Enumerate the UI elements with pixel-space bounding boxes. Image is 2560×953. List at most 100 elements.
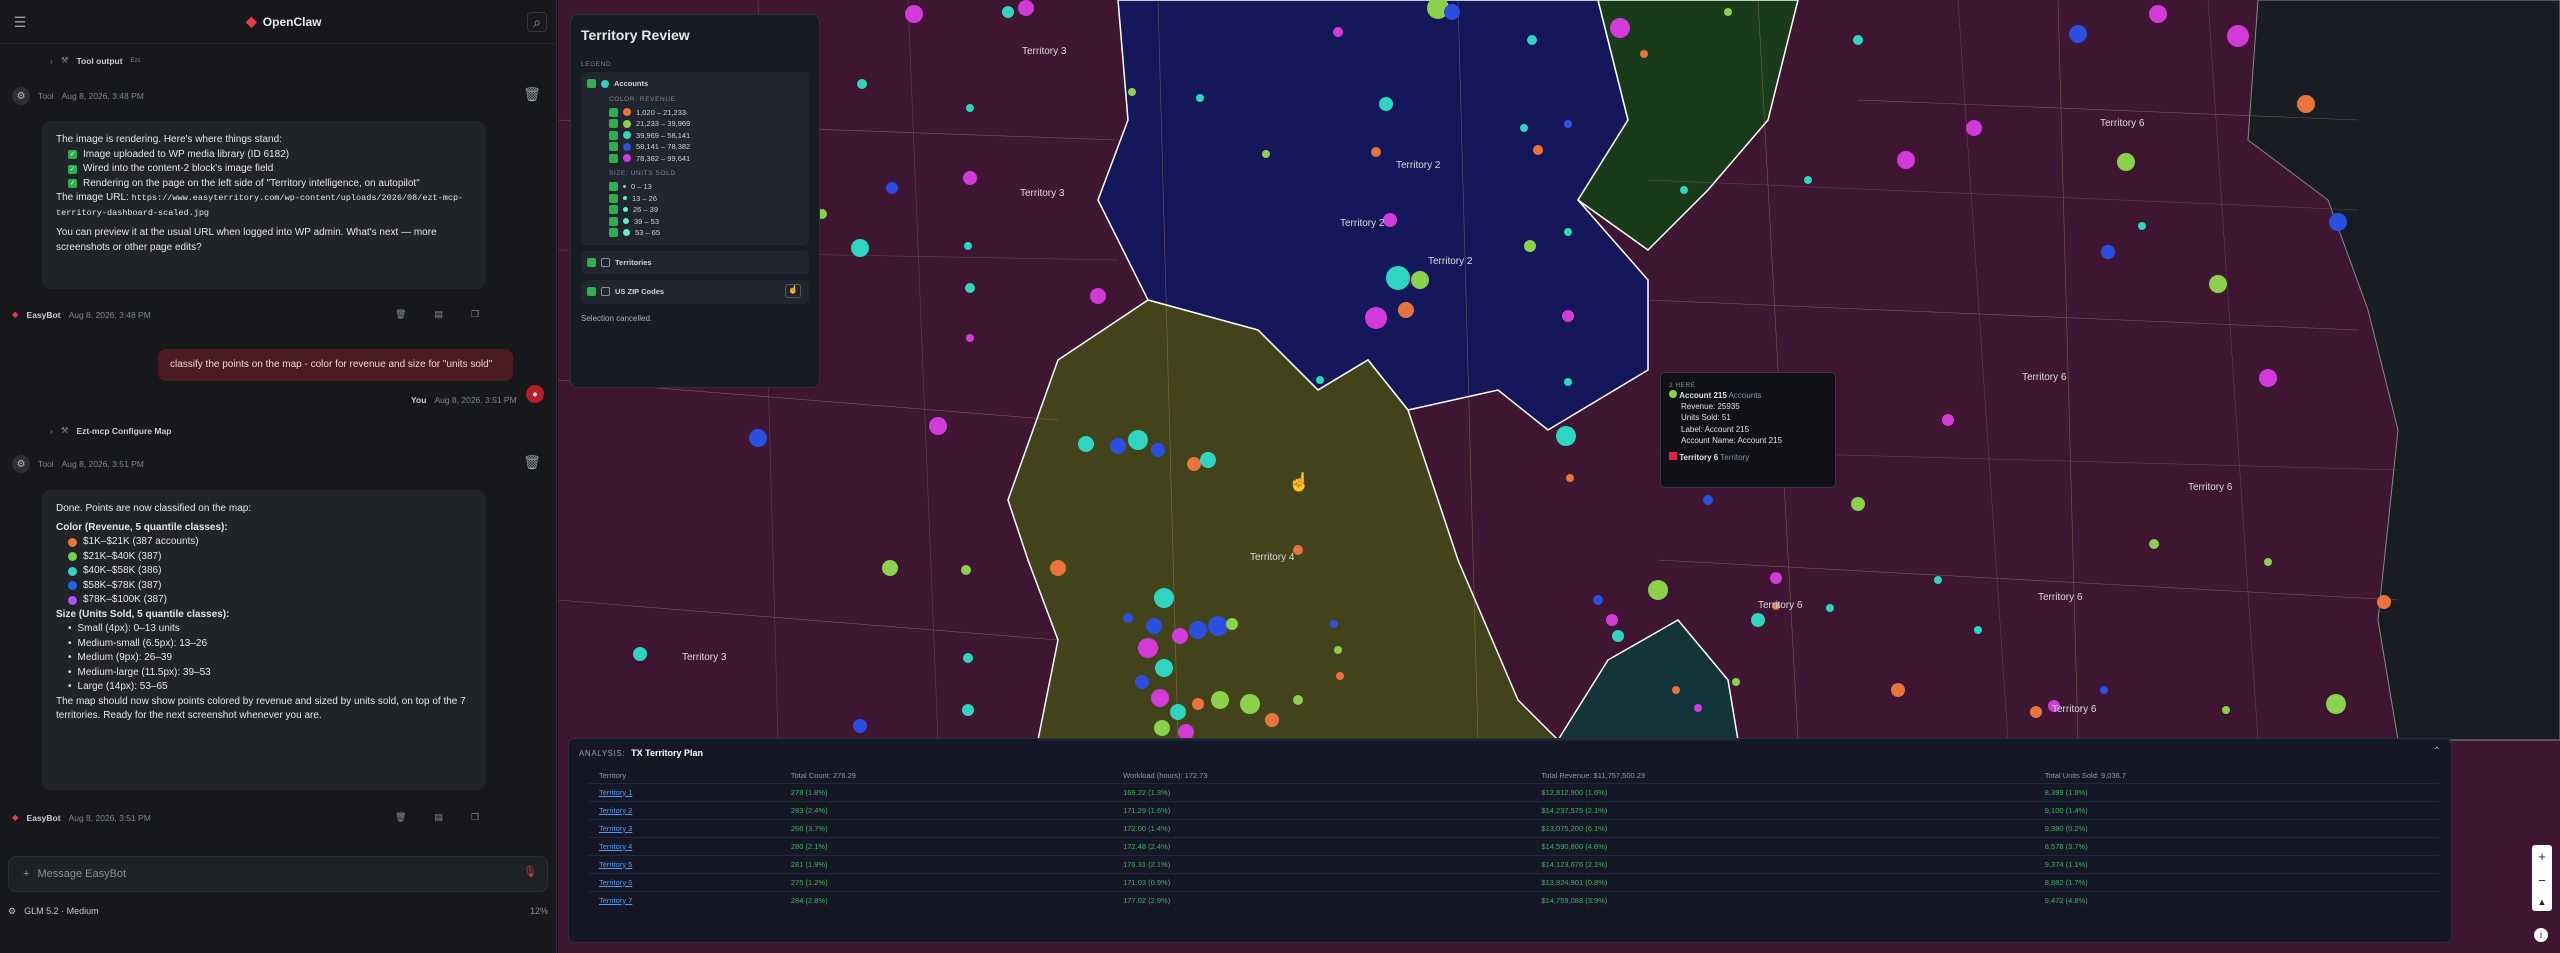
account-point[interactable] [1897, 151, 1915, 169]
account-point[interactable] [1265, 713, 1279, 727]
account-point[interactable] [1192, 698, 1204, 710]
save-icon[interactable]: ▤ [434, 812, 443, 823]
account-point[interactable] [1564, 228, 1572, 236]
account-point[interactable] [1524, 240, 1536, 252]
account-point[interactable] [1724, 8, 1732, 16]
delete-icon[interactable]: 🗑 [395, 309, 406, 320]
checkbox[interactable] [609, 119, 618, 129]
legend-size-row[interactable]: 26 – 39 [587, 204, 803, 216]
account-point[interactable] [1226, 618, 1238, 630]
delete-icon[interactable]: 🗑 [395, 812, 406, 823]
territory-link[interactable]: Territory 6 [589, 872, 781, 891]
territory-link[interactable]: Territory 2 [589, 800, 781, 819]
territory-link[interactable]: Territory 1 [589, 782, 781, 801]
account-point[interactable] [1527, 35, 1537, 45]
trash-icon[interactable]: 🗑 [523, 454, 541, 470]
account-point[interactable] [2100, 686, 2108, 694]
account-point[interactable] [1751, 613, 1765, 627]
account-point[interactable] [1398, 302, 1414, 318]
trash-icon[interactable]: 🗑 [523, 86, 541, 102]
account-point[interactable] [2264, 558, 2272, 566]
account-point[interactable] [1386, 266, 1410, 290]
account-point[interactable] [1187, 457, 1201, 471]
account-point[interactable] [1411, 271, 1429, 289]
account-point[interactable] [2138, 222, 2146, 230]
account-point[interactable] [1703, 495, 1713, 505]
account-point[interactable] [2149, 5, 2167, 23]
account-point[interactable] [1196, 94, 1204, 102]
info-icon[interactable]: i [2534, 928, 2548, 942]
checkbox-empty[interactable] [601, 287, 610, 297]
model-selector[interactable]: GLM 5.2 · Medium [24, 906, 99, 916]
account-point[interactable] [1564, 120, 1572, 128]
checkbox[interactable] [609, 130, 618, 140]
account-point[interactable] [1135, 675, 1149, 689]
account-point[interactable] [2069, 25, 2087, 43]
account-point[interactable] [1444, 4, 1460, 20]
account-point[interactable] [853, 719, 867, 733]
account-point[interactable] [966, 104, 974, 112]
account-point[interactable] [2030, 706, 2042, 718]
copy-icon[interactable]: ❐ [471, 812, 479, 823]
account-point[interactable] [1155, 659, 1173, 677]
table-row[interactable]: Territory 4 280 (2.1%) 172.48 (2.4%) $14,59… [589, 836, 2439, 855]
tool-output-row[interactable]: › ⚒ Tool output Ezc [50, 55, 141, 66]
account-point[interactable] [1002, 6, 1014, 18]
territory-link[interactable]: Territory 4 [589, 836, 781, 855]
account-point[interactable] [1172, 628, 1188, 644]
account-point[interactable] [2101, 245, 2115, 259]
account-point[interactable] [1804, 176, 1812, 184]
account-point[interactable] [1211, 691, 1229, 709]
account-point[interactable] [886, 182, 898, 194]
account-point[interactable] [2377, 595, 2391, 609]
account-point[interactable] [1566, 474, 1574, 482]
account-point[interactable] [905, 5, 923, 23]
account-point[interactable] [1262, 150, 1270, 158]
account-point[interactable] [964, 242, 972, 250]
save-icon[interactable]: ▤ [434, 309, 443, 320]
account-point[interactable] [1128, 430, 1148, 450]
account-point[interactable] [2222, 706, 2230, 714]
table-row[interactable]: Territory 7 284 (2.8%) 177.02 (2.9%) $14,75… [589, 890, 2439, 909]
account-point[interactable] [1293, 695, 1303, 705]
account-point[interactable] [2259, 369, 2277, 387]
accounts-layer-toggle[interactable]: Accounts [587, 78, 803, 90]
account-point[interactable] [962, 704, 974, 716]
account-point[interactable] [963, 171, 977, 185]
account-point[interactable] [1533, 145, 1543, 155]
account-point[interactable] [633, 647, 647, 661]
legend-color-row[interactable]: 21,233 – 39,969 [587, 118, 803, 130]
legend-size-row[interactable]: 13 – 26 [587, 193, 803, 205]
account-point[interactable] [1672, 686, 1680, 694]
account-point[interactable] [929, 417, 947, 435]
column-header[interactable]: Territory [589, 769, 781, 783]
account-point[interactable] [1732, 678, 1740, 686]
checkbox[interactable] [609, 216, 618, 226]
legend-color-row[interactable]: 78,382 – 99,641 [587, 153, 803, 165]
column-header[interactable]: Total Revenue: $11,757,500.29 [1531, 769, 2034, 783]
pointer-tool-icon[interactable]: ☝ [785, 284, 801, 298]
account-point[interactable] [965, 283, 975, 293]
legend-size-row[interactable]: 53 – 65 [587, 227, 803, 239]
account-point[interactable] [1612, 630, 1624, 642]
account-point[interactable] [857, 79, 867, 89]
account-point[interactable] [1934, 576, 1942, 584]
account-point[interactable] [1146, 618, 1162, 634]
checkbox[interactable] [587, 79, 596, 89]
legend-color-row[interactable]: 39,969 – 58,141 [587, 130, 803, 142]
account-point[interactable] [1383, 213, 1397, 227]
legend-size-row[interactable]: 0 – 13 [587, 181, 803, 193]
account-point[interactable] [1330, 620, 1338, 628]
account-point[interactable] [2326, 694, 2346, 714]
column-header[interactable]: Total Units Sold: 9,036.7 [2035, 769, 2439, 783]
account-point[interactable] [1520, 124, 1528, 132]
account-point[interactable] [1334, 646, 1342, 654]
account-point[interactable] [1365, 307, 1387, 329]
account-point[interactable] [1564, 378, 1572, 386]
checkbox[interactable] [587, 287, 596, 297]
account-point[interactable] [1648, 580, 1668, 600]
settings-icon[interactable]: ⚙ [8, 906, 16, 917]
account-point[interactable] [1640, 50, 1648, 58]
account-point[interactable] [1826, 604, 1834, 612]
zoom-out-icon[interactable]: − [2538, 873, 2546, 888]
